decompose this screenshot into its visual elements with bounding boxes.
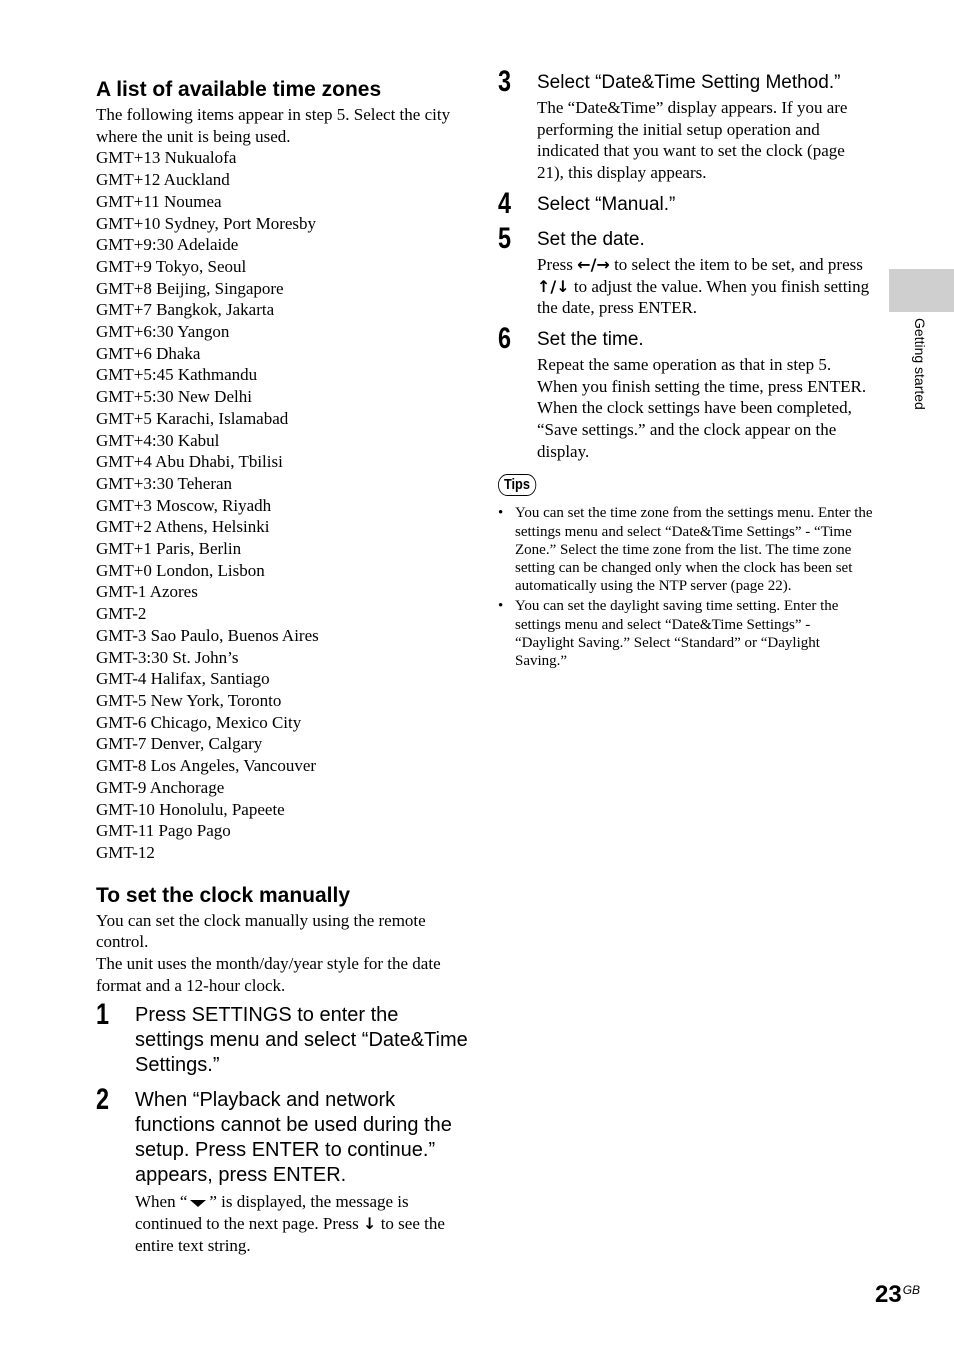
time-zone-item: GMT+13 Nukualofa <box>96 148 237 168</box>
time-zone-item: GMT+8 Beijing, Singapore <box>96 278 284 298</box>
step-number: 4 <box>498 186 512 220</box>
time-zone-item: GMT+4:30 Kabul <box>96 430 220 450</box>
time-zone-item: GMT-11 Pago Pago <box>96 821 231 841</box>
time-zone-item: GMT-5 New York, Toronto <box>96 690 282 710</box>
page-number: 23GB <box>875 1281 920 1309</box>
tips-section: Tips You can set the time zone from the … <box>498 474 873 670</box>
step-number: 3 <box>498 65 512 98</box>
step-1: 1 Press SETTINGS to enter the settings m… <box>96 999 471 1078</box>
time-zone-item: GMT-6 Chicago, Mexico City <box>96 712 302 732</box>
time-zone-item: GMT-2 <box>96 604 147 624</box>
step-body: The “Date&Time” display appears. If you … <box>537 98 848 183</box>
arrow-down-icon: ↓ <box>363 1214 377 1234</box>
time-zone-item: GMT+10 Sydney, Port Moresby <box>96 213 317 233</box>
time-zone-item: GMT+7 Bangkok, Jakarta <box>96 300 275 320</box>
step-body-2: When the clock settings have been comple… <box>537 398 852 461</box>
time-zone-item: GMT-9 Anchorage <box>96 777 225 797</box>
time-zone-item: GMT+5:45 Kathmandu <box>96 365 258 385</box>
section-tab-marker <box>889 269 954 312</box>
time-zone-item: GMT+2 Athens, Helsinki <box>96 517 270 537</box>
time-zone-item: GMT-4 Halifax, Santiago <box>96 669 270 689</box>
arrow-up-down-icon: ↑/↓ <box>537 276 570 296</box>
time-zone-item: GMT+3 Moscow, Riyadh <box>96 495 272 515</box>
tip-item: You can set the daylight saving time set… <box>498 597 873 670</box>
section-tab-label: Getting started <box>912 318 928 410</box>
time-zone-list: GMT+13 Nukualofa GMT+12 Auckland GMT+11 No… <box>96 147 471 863</box>
time-zone-item: GMT+1 Paris, Berlin <box>96 539 242 559</box>
time-zone-item: GMT+0 London, Lisbon <box>96 560 265 580</box>
page-number-suffix: GB <box>902 1283 921 1297</box>
page-number-value: 23 <box>875 1281 902 1308</box>
manual-clock-intro-2: The unit uses the month/day/year style f… <box>96 954 441 995</box>
step-body: Press ←/→ to select the item to be set, … <box>537 254 873 319</box>
left-column: A list of available time zones The follo… <box>96 76 471 1257</box>
time-zone-item: GMT+6:30 Yangon <box>96 322 230 342</box>
step-title: Press SETTINGS to enter the settings men… <box>135 1004 468 1077</box>
time-zone-item: GMT+12 Auckland <box>96 170 230 190</box>
text: to adjust the value. When you finish set… <box>537 276 870 318</box>
step-5: 5 Set the date. Press ←/→ to select the … <box>498 222 873 319</box>
step-title: Set the time. <box>537 328 644 350</box>
tips-list: You can set the time zone from the setti… <box>498 504 873 670</box>
step-title: Set the date. <box>537 228 645 250</box>
tip-item: You can set the time zone from the setti… <box>498 504 873 595</box>
text: Press <box>537 254 578 274</box>
time-zone-item: GMT-12 <box>96 842 155 862</box>
time-zone-item: GMT+11 Noumea <box>96 191 222 211</box>
time-zone-item: GMT-1 Azores <box>96 582 198 602</box>
step-body-1: Repeat the same operation as that in ste… <box>537 354 867 396</box>
time-zones-heading: A list of available time zones <box>96 78 382 101</box>
arrow-left-right-icon: ←/→ <box>577 254 610 274</box>
step-4: 4 Select “Manual.” <box>498 187 873 219</box>
time-zone-item: GMT+3:30 Teheran <box>96 473 233 493</box>
step-body: When “” is displayed, the message is con… <box>135 1191 471 1256</box>
time-zone-item: GMT+9:30 Adelaide <box>96 235 239 255</box>
time-zone-item: GMT-7 Denver, Calgary <box>96 734 263 754</box>
manual-clock-heading: To set the clock manually <box>96 883 351 907</box>
time-zone-item: GMT+4 Abu Dhabi, Tbilisi <box>96 452 283 472</box>
time-zone-item: GMT+5 Karachi, Islamabad <box>96 408 289 428</box>
step-6: 6 Set the time. Repeat the same operatio… <box>498 322 873 463</box>
time-zone-item: GMT+5:30 New Delhi <box>96 387 252 407</box>
time-zone-item: GMT-3 Sao Paulo, Buenos Aires <box>96 625 319 645</box>
time-zone-item: GMT+9 Tokyo, Seoul <box>96 256 247 276</box>
time-zone-item: GMT-3:30 St. John’s <box>96 647 239 667</box>
time-zone-item: GMT-10 Honolulu, Papeete <box>96 799 285 819</box>
step-title: When “Playback and network functions can… <box>135 1089 452 1187</box>
right-column: 3 Select “Date&Time Setting Method.” The… <box>498 66 873 672</box>
time-zones-intro: The following items appear in step 5. Se… <box>96 105 451 146</box>
text: to select the item to be set, and press <box>609 254 863 274</box>
time-zone-item: GMT+6 Dhaka <box>96 343 201 363</box>
step-number: 1 <box>96 998 110 1032</box>
step-3: 3 Select “Date&Time Setting Method.” The… <box>498 66 873 184</box>
time-zone-item: GMT-8 Los Angeles, Vancouver <box>96 756 317 776</box>
step-title: Select “Manual.” <box>537 193 676 215</box>
step-number: 6 <box>498 321 512 355</box>
triangle-down-icon <box>190 1200 207 1208</box>
text: When “ <box>135 1192 188 1212</box>
step-title: Select “Date&Time Setting Method.” <box>537 72 841 93</box>
step-2: 2 When “Playback and network functions c… <box>96 1084 471 1256</box>
manual-clock-intro-1: You can set the clock manually using the… <box>96 910 426 952</box>
step-number: 2 <box>96 1083 110 1117</box>
step-number: 5 <box>498 221 512 255</box>
tips-badge: Tips <box>498 474 536 497</box>
